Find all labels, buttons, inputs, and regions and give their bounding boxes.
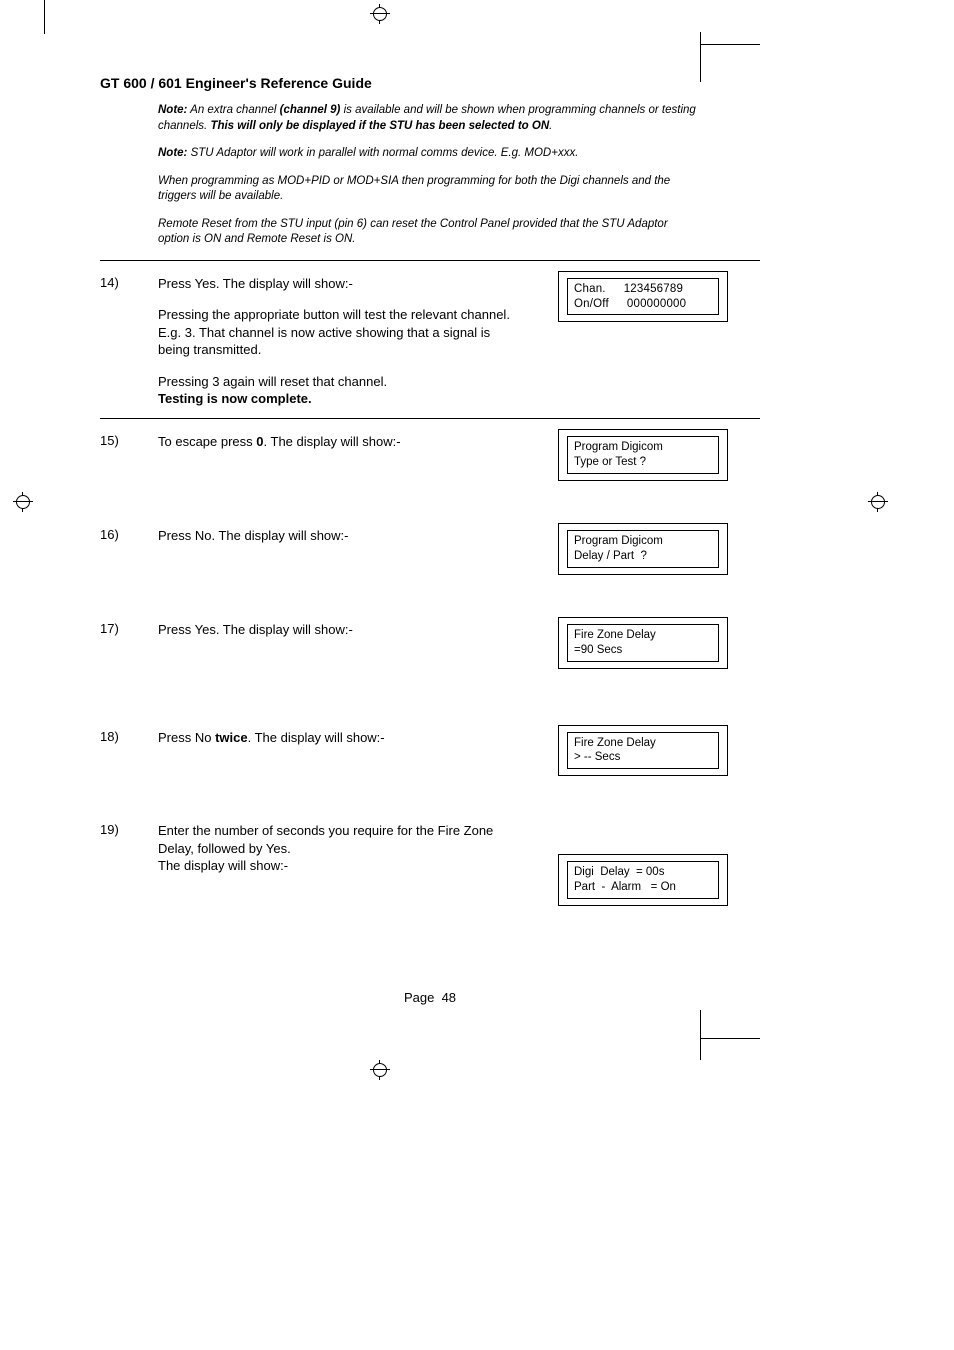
lcd-column: Digi Delay = 00s Part - Alarm = On [518,822,758,906]
lcd-display: Digi Delay = 00s Part - Alarm = On [558,854,728,906]
step-body: To escape press 0. The display will show… [158,433,518,481]
step-text: Press No twice. The display will show:- [158,729,518,747]
step-number: 14) [100,275,158,408]
step-text: To escape press 0. The display will show… [158,433,518,451]
step-body: Enter the number of seconds you require … [158,822,518,906]
step-number: 15) [100,433,158,481]
lcd-screen: Chan.123456789On/Off000000000 [567,278,719,316]
step-text: Enter the number of seconds you require … [158,822,518,875]
lcd-screen: Program Digicom Delay / Part ? [567,530,719,568]
page-number: 48 [442,990,456,1005]
step-text: Press No. The display will show:- [158,527,518,545]
lcd-screen: Digi Delay = 00s Part - Alarm = On [567,861,719,899]
page: GT 600 / 601 Engineer's Reference Guide … [0,0,954,1350]
registration-mark-icon [370,4,390,24]
note-1: Note: An extra channel (channel 9) is av… [158,103,700,134]
lcd-screen: Fire Zone Delay > -- Secs [567,732,719,770]
step-14: 14) Press Yes. The display will show:- P… [100,275,760,408]
lcd-display: Fire Zone Delay > -- Secs [558,725,728,777]
note-3: When programming as MOD+PID or MOD+SIA t… [158,174,700,205]
step-text: Pressing 3 again will reset that channel… [158,373,518,408]
step-body: Press No. The display will show:- [158,527,518,575]
lcd-column: Program Digicom Delay / Part ? [518,527,758,575]
page-label: Page [404,990,434,1005]
crop-mark [700,1010,701,1060]
page-title: GT 600 / 601 Engineer's Reference Guide [100,75,760,91]
step-15: 15) To escape press 0. The display will … [100,433,760,481]
step-text: Press Yes. The display will show:- [158,275,518,293]
step-17: 17) Press Yes. The display will show:- F… [100,621,760,669]
notes-block: Note: An extra channel (channel 9) is av… [158,103,700,248]
step-body: Press No twice. The display will show:- [158,729,518,777]
step-19: 19) Enter the number of seconds you requ… [100,822,760,906]
registration-mark-icon [868,492,888,512]
step-16: 16) Press No. The display will show:- Pr… [100,527,760,575]
page-footer: Page 48 [100,990,760,1005]
lcd-column: Fire Zone Delay =90 Secs [518,621,758,669]
step-text: Pressing the appropriate button will tes… [158,306,518,359]
lcd-column: Program Digicom Type or Test ? [518,433,758,481]
registration-mark-icon [13,492,33,512]
divider [100,260,760,261]
step-number: 16) [100,527,158,575]
crop-mark [44,0,45,34]
note-4: Remote Reset from the STU input (pin 6) … [158,217,700,248]
lcd-column: Fire Zone Delay > -- Secs [518,729,758,777]
lcd-screen: Fire Zone Delay =90 Secs [567,624,719,662]
content-area: GT 600 / 601 Engineer's Reference Guide … [100,75,760,952]
step-body: Press Yes. The display will show:- [158,621,518,669]
step-body: Press Yes. The display will show:- Press… [158,275,518,408]
lcd-screen: Program Digicom Type or Test ? [567,436,719,474]
note-2: Note: STU Adaptor will work in parallel … [158,146,700,162]
divider [100,418,760,419]
step-number: 17) [100,621,158,669]
step-18: 18) Press No twice. The display will sho… [100,729,760,777]
lcd-display: Fire Zone Delay =90 Secs [558,617,728,669]
lcd-display: Chan.123456789On/Off000000000 [558,271,728,323]
crop-mark [700,1038,760,1039]
registration-mark-icon [370,1060,390,1080]
crop-mark [700,44,760,45]
lcd-display: Program Digicom Delay / Part ? [558,523,728,575]
lcd-display: Program Digicom Type or Test ? [558,429,728,481]
step-number: 19) [100,822,158,906]
lcd-column: Chan.123456789On/Off000000000 [518,275,758,408]
step-number: 18) [100,729,158,777]
step-text: Press Yes. The display will show:- [158,621,518,639]
